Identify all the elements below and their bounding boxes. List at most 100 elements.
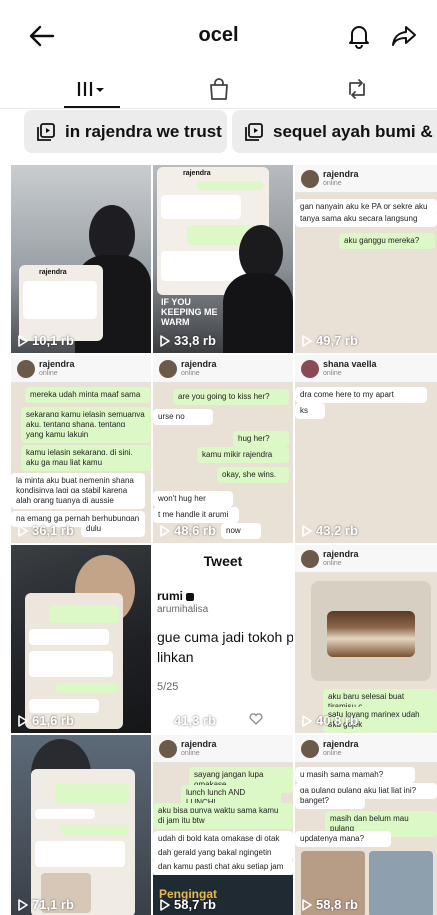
chat-status: online (39, 370, 58, 377)
video-thumbnail[interactable]: shana vaella online dra come here to my a… (295, 355, 437, 543)
message-bubble: won't hug her (153, 491, 233, 507)
view-count: 48,6 rb (160, 523, 216, 538)
chat-name: rajendra (181, 359, 217, 369)
chat-header: rajendra online (295, 165, 437, 193)
avatar (159, 360, 177, 378)
heart-icon (249, 713, 263, 725)
view-count-text: 43,2 rb (316, 523, 358, 538)
chat-status: online (181, 750, 200, 757)
chat-screenshot: rajendra (19, 265, 103, 341)
play-icon (302, 898, 312, 911)
grid-icon (77, 82, 104, 96)
play-icon (18, 334, 28, 347)
chat-name: rajendra (323, 169, 359, 179)
view-count-text: 61,6 rb (32, 713, 74, 728)
playlist-chips: in rajendra we trust sequel ayah bumi & … (0, 109, 437, 159)
view-count: 40,8 rb (302, 713, 358, 728)
video-thumbnail[interactable]: 71,1 rb (11, 735, 151, 915)
message-bubble (35, 809, 95, 819)
view-count-text: 58,8 rb (316, 897, 358, 912)
play-icon (160, 524, 170, 537)
overlay-text: IF YOU KEEPING ME WARM (161, 297, 218, 327)
tiramisu-photo (327, 611, 415, 657)
person-photo (223, 273, 293, 353)
view-count-text: 36,1 rb (32, 523, 74, 538)
video-thumbnail[interactable]: rajendraonline aku baru selesai buat tir… (295, 545, 437, 733)
chat-name: rajendra (181, 739, 217, 749)
message-bubble (23, 281, 97, 319)
chat-name: shana vaella (323, 359, 377, 369)
view-count-text: 40,8 rb (316, 713, 358, 728)
message-bubble (161, 195, 241, 219)
share-button[interactable] (384, 20, 424, 52)
message-bubble (55, 683, 119, 693)
video-thumbnail[interactable]: rajendra online gan nanyain aku ke PA or … (295, 165, 437, 353)
lock-icon (186, 592, 195, 601)
video-thumbnail[interactable]: 61,6 rb (11, 545, 151, 733)
message-bubble: aku ganggu mereka? (339, 233, 435, 249)
message-bubble: now (221, 523, 261, 539)
message-bubble: tanya sama aku secara langsung (295, 211, 437, 227)
video-thumbnail[interactable]: rajendra online u masih sama mamah? ga pu… (295, 735, 437, 915)
message-bubble: ks (295, 403, 325, 419)
video-thumbnail[interactable]: rajendraonline sayang jangan lupa omakas… (153, 735, 293, 915)
play-icon (18, 524, 28, 537)
playlist-chip[interactable]: in rajendra we trust (24, 110, 227, 153)
playlist-icon (37, 122, 55, 141)
play-icon (18, 714, 28, 727)
message-bubble (55, 783, 129, 803)
view-count: 71,1 rb (18, 897, 74, 912)
video-thumbnail[interactable]: rajendra online mereka udah minta maaf sa… (11, 355, 151, 543)
shopping-bag-icon (209, 78, 228, 100)
view-count-text: 10,1 rb (32, 333, 74, 348)
avatar (159, 740, 177, 758)
tab-grid[interactable] (18, 70, 163, 108)
food-photo (311, 581, 431, 681)
message-bubble (29, 629, 109, 645)
chat-status: online (323, 370, 342, 377)
chat-screenshot (31, 769, 135, 915)
view-count: 43,2 rb (302, 523, 358, 538)
video-thumbnail[interactable]: rajendra online are you going to kiss her… (153, 355, 293, 543)
message-bubble: updatenya mana? (295, 831, 391, 847)
bell-icon (349, 26, 369, 49)
tab-reposts[interactable] (284, 70, 429, 108)
view-count: 61,6 rb (18, 713, 74, 728)
playlist-chip[interactable]: sequel ayah bumi & b (232, 110, 437, 153)
chat-header: rajendra online (153, 735, 293, 763)
tweet-user: rumi (157, 589, 195, 603)
avatar (301, 550, 319, 568)
playlist-label: in rajendra we trust (65, 121, 222, 141)
avatar (17, 360, 35, 378)
tab-shop[interactable] (146, 70, 291, 108)
chat-name: rajendra (323, 739, 359, 749)
view-count: 10,1 rb (18, 333, 74, 348)
notifications-button[interactable] (339, 20, 379, 52)
chat-header: rajendra online (295, 735, 437, 763)
message-bubble: u masih sama mamah? (295, 767, 415, 783)
video-thumbnail[interactable]: Tweet rumi arumihalisa gue cuma jadi tok… (153, 545, 293, 733)
chat-status: online (323, 560, 342, 567)
profile-header: ocel (0, 0, 437, 72)
view-count: 36,1 rb (18, 523, 74, 538)
avatar (301, 740, 319, 758)
tweet-title: Tweet (203, 553, 243, 569)
repost-icon (348, 79, 365, 99)
play-icon (18, 898, 28, 911)
view-count-text: 33,8 rb (174, 333, 216, 348)
message-bubble: mereka udah minta maaf sama (25, 387, 151, 403)
play-icon (302, 334, 312, 347)
view-count: 49,7 rb (302, 333, 358, 348)
view-count-text: 49,7 rb (316, 333, 358, 348)
view-count-text: 71,1 rb (32, 897, 74, 912)
chat-status: online (323, 750, 342, 757)
chat-name: rajendra (39, 359, 75, 369)
video-thumbnail[interactable]: rajendra 10,1 rb (11, 165, 151, 353)
tweet-date: 5/25 (157, 681, 179, 693)
chat-header: shana vaella online (295, 355, 437, 383)
message-bubble (61, 825, 129, 835)
video-thumbnail[interactable]: rajendra IF YOU KEEPING ME WARM 33,8 rb (153, 165, 293, 353)
view-count: 41,3 rb (160, 713, 216, 728)
play-icon (302, 714, 312, 727)
share-icon (392, 26, 416, 46)
